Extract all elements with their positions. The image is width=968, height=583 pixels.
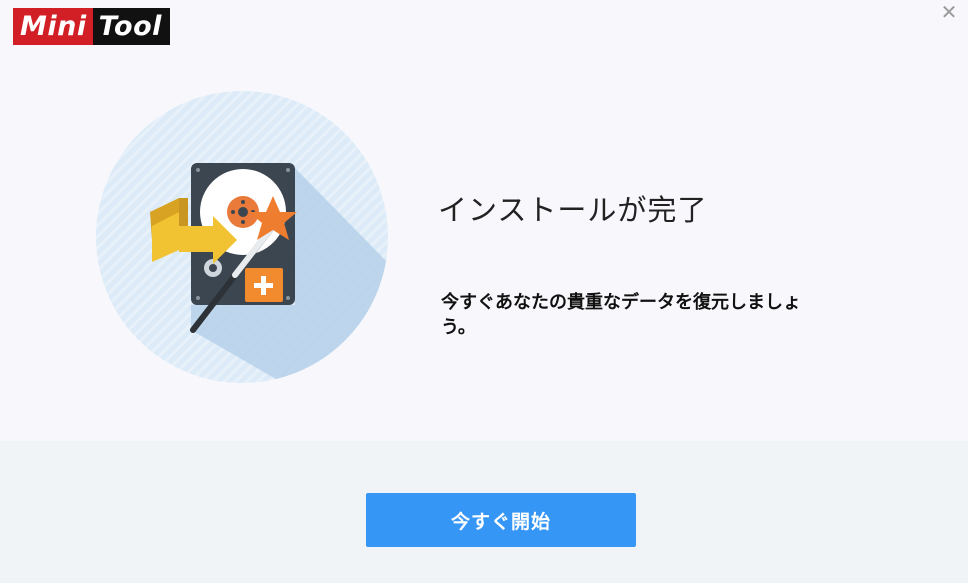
page-title: インストールが完了 [438,193,708,227]
hard-drive-recovery-icon [95,90,389,384]
illustration-svg [96,91,388,383]
description-text: 今すぐあなたの貴重なデータを復元しましょう。 [441,292,801,338]
logo-text-mini: Mini [13,8,93,45]
logo-text-tool: Tool [92,8,170,45]
minitool-logo: Mini Tool [13,8,170,45]
installer-window: Mini Tool ✕ インストールが完了 今すぐあなたの貴重なデータを復元しま… [0,0,968,583]
close-icon[interactable]: ✕ [938,1,960,23]
start-now-button[interactable]: 今すぐ開始 [366,493,636,547]
footer-bar: 今すぐ開始 [0,441,968,583]
